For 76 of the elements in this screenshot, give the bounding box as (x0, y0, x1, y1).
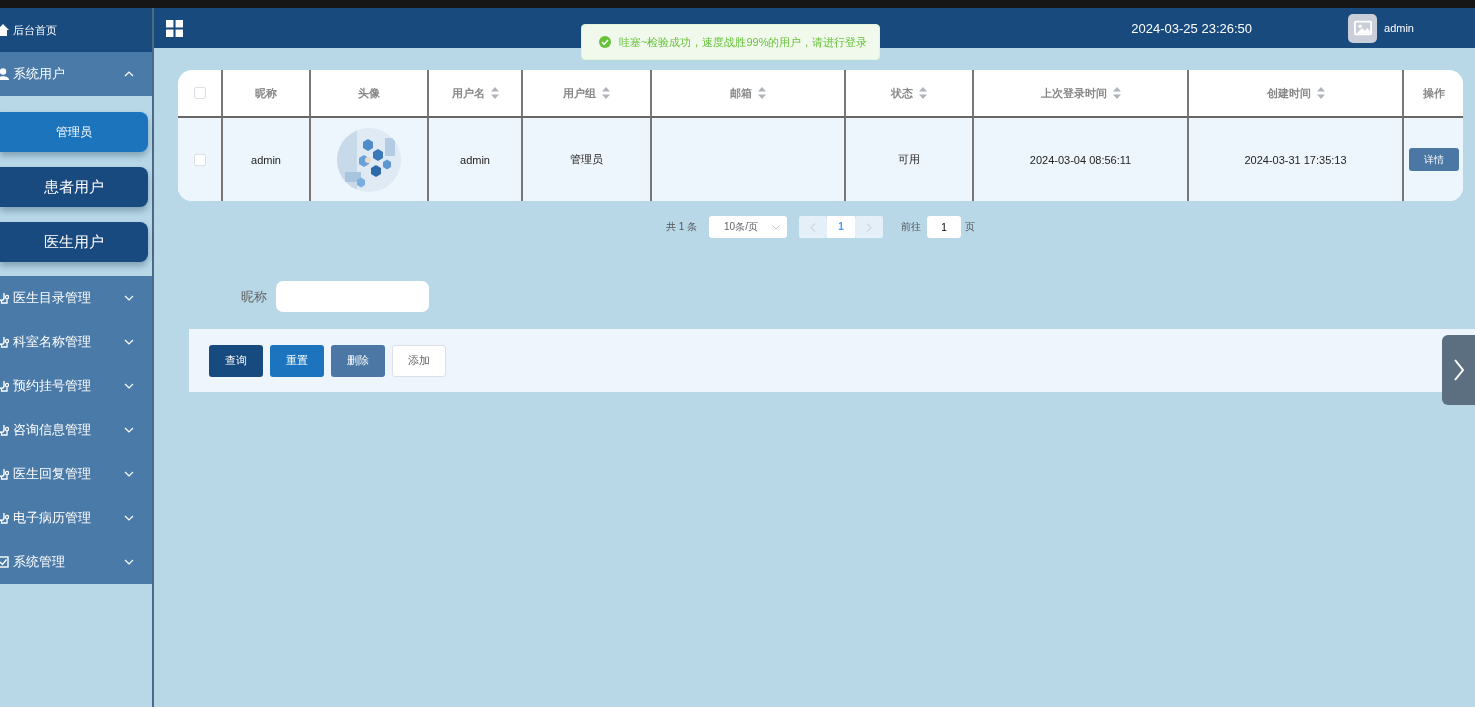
details-button[interactable]: 详情 (1409, 148, 1459, 171)
chevron-icon (124, 71, 134, 77)
table-cell: admin (460, 153, 490, 166)
menu-group[interactable]: 医生目录管理 (0, 276, 152, 320)
menu-group[interactable]: 医生回复管理 (0, 452, 152, 496)
chevron-icon (124, 471, 134, 477)
chevron-icon (124, 515, 134, 521)
sort-icon (490, 87, 499, 99)
column-header[interactable]: 邮箱 (730, 85, 752, 101)
caret-icon (772, 224, 781, 230)
submenu-item[interactable]: 患者用户 (0, 167, 148, 207)
stethoscope-icon (0, 424, 9, 436)
checkbox[interactable] (193, 153, 206, 166)
sort-icon (1112, 87, 1121, 99)
sort-icon (1316, 87, 1325, 99)
column-header[interactable]: 创建时间 (1266, 85, 1311, 101)
field-label: 昵称 (241, 287, 267, 306)
column-header: 昵称 (255, 85, 277, 101)
grid-icon[interactable] (166, 19, 183, 37)
checkbox[interactable] (193, 87, 206, 99)
action-button[interactable]: 删除 (331, 344, 385, 377)
avatar-image-icon[interactable] (1348, 13, 1378, 43)
total-count: 共 1 条 (665, 220, 698, 234)
chevron-icon (124, 295, 134, 301)
action-button[interactable]: 查询 (209, 344, 263, 377)
check-circle-icon (599, 36, 611, 48)
column-header[interactable]: 用户组 (563, 85, 596, 101)
stethoscope-icon (0, 336, 9, 348)
goto-label: 前往 (901, 220, 922, 234)
sort-icon (602, 87, 610, 99)
stethoscope-icon (0, 380, 9, 392)
column-header: 操作 (1423, 85, 1445, 101)
sort-icon (919, 87, 927, 99)
table-cell: 可用 (898, 152, 920, 167)
action-button[interactable]: 添加 (392, 344, 446, 377)
stethoscope-icon (0, 468, 9, 480)
column-header[interactable]: 用户名 (451, 85, 485, 101)
submenu-item[interactable]: 医生用户 (0, 222, 148, 262)
expand-toggle[interactable] (1442, 335, 1475, 405)
table-cell: 2024-03-31 17:35:13 (1244, 153, 1347, 166)
datetime: 2024-03-25 23:26:50 (1131, 20, 1253, 36)
nickname-field[interactable] (276, 281, 429, 312)
menu-group[interactable]: 系统管理 (0, 540, 152, 584)
page-unit-label: 页 (965, 220, 976, 234)
table-cell: 2024-03-04 08:56:11 (1029, 153, 1132, 166)
stethoscope-icon (0, 292, 9, 304)
menu-group[interactable]: 预约挂号管理 (0, 364, 152, 408)
menu-group[interactable]: 咨询信息管理 (0, 408, 152, 452)
chevron-icon (1452, 358, 1465, 382)
toast-message: 哇塞~检验成功，速度战胜99%的用户，请进行登录 (581, 24, 880, 60)
action-button[interactable]: 重置 (270, 344, 324, 377)
column-header: 头像 (358, 85, 380, 101)
previous-page-button[interactable] (799, 216, 828, 238)
table-cell: 管理员 (570, 152, 603, 167)
next-page-button[interactable] (855, 216, 884, 238)
chevron-icon (124, 427, 134, 433)
user-name[interactable]: admin (1384, 22, 1414, 34)
checkbox-icon (0, 556, 9, 568)
menu-group[interactable]: 电子病历管理 (0, 496, 152, 540)
page-number-field[interactable]: 1 (927, 216, 962, 238)
column-header[interactable]: 状态 (891, 85, 913, 101)
page-size-select[interactable]: 10条/页 (709, 216, 788, 238)
menu-group[interactable]: 系统用户 (0, 52, 152, 96)
stethoscope-icon (0, 512, 9, 524)
sort-icon (758, 87, 766, 99)
submenu-item[interactable]: 管理员 (0, 112, 148, 152)
chevron-icon (124, 559, 134, 565)
menu-group[interactable]: 科室名称管理 (0, 320, 152, 364)
user-icon (0, 68, 9, 80)
chevron-icon (124, 339, 134, 345)
menu-item[interactable]: 后台首页 (0, 8, 152, 52)
home-icon (0, 24, 9, 36)
column-header[interactable]: 上次登录时间 (1040, 85, 1107, 101)
table-cell: admin (251, 153, 281, 166)
page-button[interactable]: 1 (827, 216, 856, 238)
chevron-icon (124, 383, 134, 389)
